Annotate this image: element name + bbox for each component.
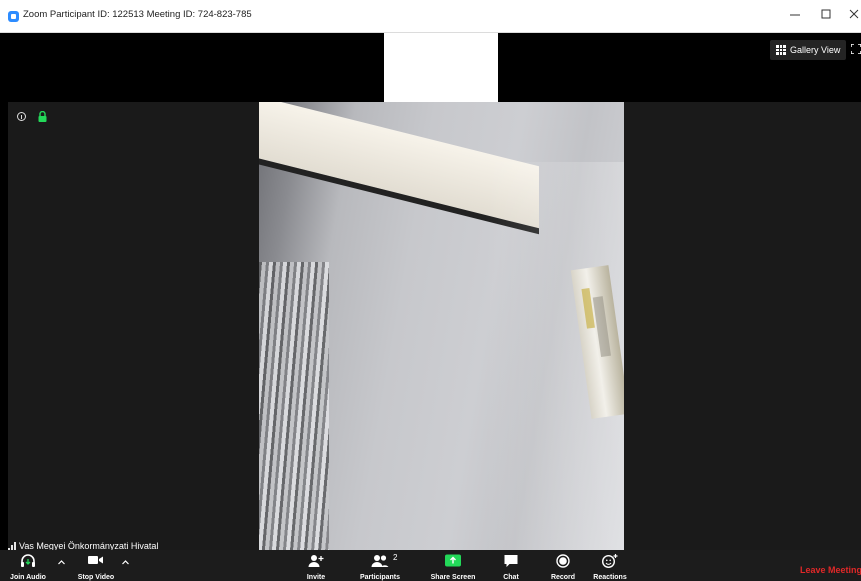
self-view-thumbnail[interactable] (384, 33, 498, 102)
participants-icon (371, 555, 389, 567)
gallery-view-button[interactable]: Gallery View (770, 40, 847, 60)
participants-label: Participants (359, 574, 401, 581)
share-screen-icon (445, 554, 461, 567)
record-label: Record (550, 574, 576, 581)
video-shelf-region (259, 262, 329, 550)
video-options-caret-icon[interactable] (122, 559, 129, 566)
record-icon (556, 554, 570, 568)
invite-button[interactable]: Invite (296, 550, 336, 581)
chat-button[interactable]: Chat (496, 550, 526, 581)
reactions-label: Reactions (593, 574, 627, 581)
join-audio-label: Join Audio (10, 574, 46, 581)
stop-video-label: Stop Video (77, 574, 115, 581)
title-bar: Zoom Participant ID: 122513 Meeting ID: … (0, 0, 861, 33)
share-screen-button[interactable]: Share Screen (424, 550, 482, 581)
join-audio-button[interactable]: Join Audio (8, 550, 48, 581)
left-margin (0, 33, 8, 581)
add-person-icon (308, 555, 324, 567)
gallery-view-label: Gallery View (790, 45, 841, 55)
zoom-logo-icon (8, 11, 19, 22)
leave-meeting-button[interactable]: Leave Meeting (800, 565, 861, 575)
record-button[interactable]: Record (545, 550, 581, 581)
active-speaker-video (259, 102, 624, 550)
participants-button[interactable]: Participants (350, 550, 410, 581)
maximize-icon (821, 9, 831, 19)
stop-video-button[interactable]: Stop Video (74, 550, 118, 581)
invite-label: Invite (306, 574, 326, 581)
headphones-icon (21, 554, 35, 567)
reactions-button[interactable]: Reactions (590, 550, 630, 581)
minimize-icon (790, 14, 800, 16)
fullscreen-icon[interactable] (851, 44, 861, 54)
meeting-toolbar: Join Audio Stop Video Invite Participant… (0, 550, 861, 581)
lock-icon[interactable] (38, 111, 47, 122)
window-title: Zoom Participant ID: 122513 Meeting ID: … (23, 9, 252, 20)
share-screen-label: Share Screen (430, 574, 476, 581)
video-camera-icon (88, 556, 103, 564)
meeting-info-icon[interactable] (17, 112, 26, 121)
chat-bubble-icon (504, 555, 518, 567)
close-icon (849, 9, 859, 19)
chat-label: Chat (503, 574, 519, 581)
minimize-button[interactable] (786, 6, 804, 24)
gallery-grid-icon (776, 45, 786, 55)
close-button[interactable] (845, 6, 861, 24)
participants-count: 2 (393, 553, 398, 562)
audio-options-caret-icon[interactable] (58, 559, 65, 566)
smiley-add-icon (602, 554, 618, 568)
maximize-button[interactable] (817, 6, 835, 24)
